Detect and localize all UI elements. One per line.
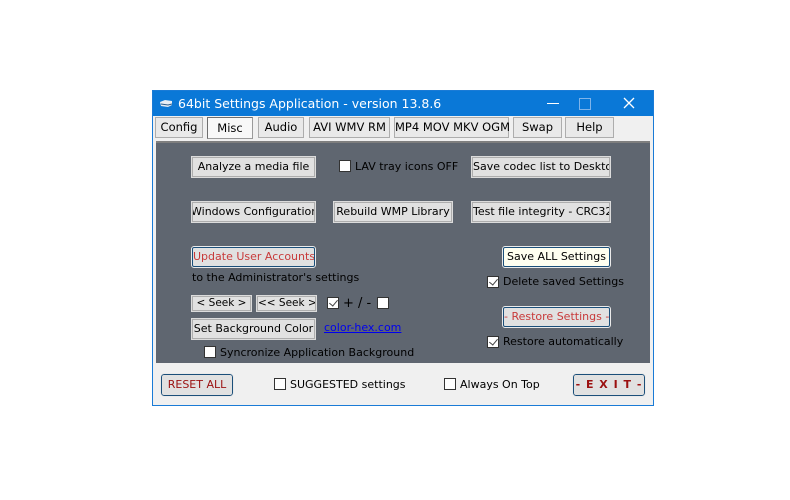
misc-panel: Analyze a media file LAV tray icons OFF … — [156, 141, 650, 363]
maximize-icon[interactable] — [563, 91, 609, 116]
seek-plus-checkbox[interactable] — [327, 297, 339, 309]
tab-help[interactable]: Help — [565, 117, 614, 138]
save-all-settings-button[interactable]: Save ALL Settings — [502, 246, 611, 268]
delete-saved-settings-label: Delete saved Settings — [503, 275, 624, 288]
update-user-accounts-button[interactable]: Update User Accounts — [191, 246, 316, 268]
app-icon — [160, 100, 173, 107]
tab-audio[interactable]: Audio — [258, 117, 304, 138]
lav-tray-label: LAV tray icons OFF — [355, 160, 459, 173]
tab-mp4-mov-mkv-ogm[interactable]: MP4 MOV MKV OGM — [394, 117, 510, 138]
suggested-settings-label: SUGGESTED settings — [290, 378, 406, 391]
seek-minus-checkbox[interactable] — [377, 297, 389, 309]
test-file-integrity-button[interactable]: Test file integrity - CRC32 — [471, 201, 611, 223]
save-codec-list-button[interactable]: Save codec list to Desktop — [471, 156, 611, 178]
always-on-top-checkbox[interactable] — [444, 378, 456, 390]
tab-config[interactable]: Config — [155, 117, 203, 138]
always-on-top-label: Always On Top — [460, 378, 540, 391]
tab-avi-wmv-rm[interactable]: AVI WMV RM — [309, 117, 390, 138]
close-icon[interactable] — [607, 91, 653, 116]
exit-button[interactable]: - E X I T - — [572, 373, 646, 397]
delete-saved-settings-checkbox[interactable] — [487, 276, 499, 288]
bottom-bar: RESET ALL SUGGESTED settings Always On T… — [153, 365, 653, 405]
analyze-media-button[interactable]: Analyze a media file — [191, 156, 316, 178]
seek-plus-minus-label: + / - — [343, 296, 372, 311]
lav-tray-checkbox[interactable] — [339, 160, 351, 172]
window-title: 64bit Settings Application - version 13.… — [178, 96, 442, 111]
seek-fast-button[interactable]: << Seek >> — [256, 295, 317, 312]
app-window: 64bit Settings Application - version 13.… — [152, 90, 654, 406]
restore-automatically-label: Restore automatically — [503, 335, 624, 348]
color-hex-link[interactable]: color-hex.com — [324, 321, 401, 334]
sync-background-label: Syncronize Application Background — [220, 346, 415, 359]
reset-all-button[interactable]: RESET ALL — [160, 373, 234, 397]
seek-button[interactable]: < Seek > — [191, 295, 252, 312]
suggested-settings-checkbox[interactable] — [274, 378, 286, 390]
sync-background-checkbox[interactable] — [204, 346, 216, 358]
windows-configuration-button[interactable]: Windows Configuration — [191, 201, 316, 223]
tab-swap[interactable]: Swap — [513, 117, 562, 138]
rebuild-wmp-library-button[interactable]: Rebuild WMP Library — [333, 201, 453, 223]
restore-settings-button[interactable]: - Restore Settings - — [502, 306, 611, 328]
restore-automatically-checkbox[interactable] — [487, 336, 499, 348]
tab-misc[interactable]: Misc — [207, 117, 253, 139]
title-bar[interactable]: 64bit Settings Application - version 13.… — [153, 91, 653, 116]
update-accounts-note: to the Administrator's settings — [192, 271, 360, 284]
set-background-color-button[interactable]: Set Background Color — [191, 318, 316, 340]
